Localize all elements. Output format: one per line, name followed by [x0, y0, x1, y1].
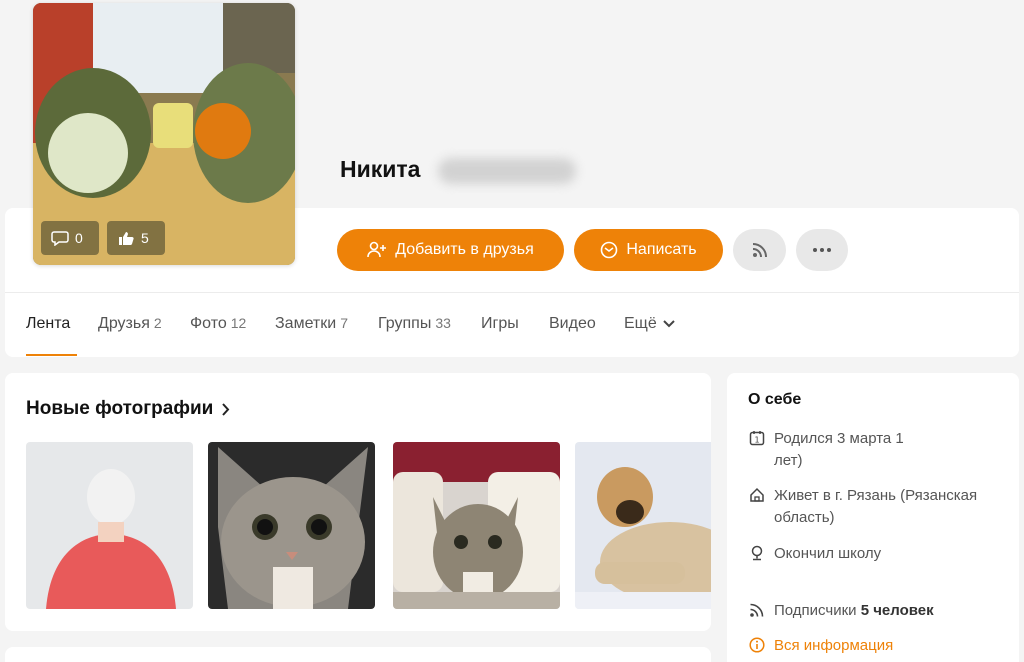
avatar-comments-button[interactable]: 0 [41, 221, 99, 255]
tab-groups[interactable]: Группы 33 [378, 315, 451, 333]
photo-thumbnail[interactable] [393, 442, 560, 609]
svg-text:1: 1 [754, 436, 759, 445]
photo-person [26, 442, 193, 609]
subscribe-button[interactable] [733, 229, 786, 271]
home-icon [750, 487, 764, 502]
next-section-card [5, 647, 711, 662]
new-photos-title-label: Новые фотографии [26, 398, 214, 419]
profile-avatar[interactable]: 0 5 [33, 3, 295, 265]
mail-icon [601, 241, 618, 259]
all-info-link[interactable]: Вся информация [748, 635, 1008, 657]
about-birth-tail: лет) [774, 452, 803, 469]
about-school: Окончил школу [748, 543, 1008, 565]
photo-thumbnail[interactable] [26, 442, 193, 609]
more-actions-button[interactable] [796, 229, 848, 271]
photo-kitten [208, 442, 375, 609]
new-photos-title[interactable]: Новые фотографии [26, 398, 230, 420]
tab-photos-count: 12 [230, 315, 247, 331]
header-divider [5, 292, 1019, 293]
profile-name: Никита [340, 156, 421, 182]
photo-kitten-couch [393, 442, 560, 609]
tab-photos[interactable]: Фото 12 [190, 315, 246, 333]
about-subscribers-label: Подписчики [774, 602, 857, 619]
add-person-icon [367, 241, 387, 258]
about-lives-tail[interactable]: область) [774, 509, 835, 526]
about-card: О себе 1 Родился 3 марта 1 лет) Живет в г… [727, 373, 1019, 662]
about-title: О себе [748, 391, 802, 408]
tab-more-label: Ещё [624, 315, 657, 332]
about-birth: 1 Родился 3 марта 1 лет) [748, 428, 1008, 472]
photo-thumbnail[interactable] [575, 442, 711, 609]
all-info-label: Вся информация [774, 637, 894, 654]
tab-groups-count: 33 [435, 315, 451, 331]
tab-feed-label: Лента [26, 315, 71, 332]
add-friend-button[interactable]: Добавить в друзья [337, 229, 564, 271]
tab-feed[interactable]: Лента [26, 315, 70, 333]
tab-notes-label: Заметки [275, 315, 337, 332]
tab-notes-count: 7 [340, 315, 348, 331]
tab-games-label: Игры [481, 315, 519, 332]
avatar-comments-count: 0 [75, 230, 83, 246]
about-subscribers[interactable]: Подписчики 5 человек [748, 600, 1008, 622]
about-lives: Живет в г. Рязань (Рязанская область) [748, 485, 1008, 529]
tab-notes[interactable]: Заметки 7 [275, 315, 348, 333]
info-icon [749, 637, 765, 653]
photo-thumbnail[interactable] [208, 442, 375, 609]
tab-video[interactable]: Видео [549, 315, 596, 333]
tab-video-label: Видео [549, 315, 596, 332]
more-dots-icon [813, 248, 831, 252]
message-label: Написать [626, 241, 697, 258]
tab-photos-label: Фото [190, 315, 227, 332]
thumbs-up-icon [119, 232, 134, 245]
new-photos-card: Новые фотографии [5, 373, 711, 631]
school-icon [751, 545, 763, 561]
avatar-likes-count: 5 [141, 230, 149, 246]
rss-icon [752, 243, 767, 258]
tab-friends[interactable]: Друзья 2 [98, 315, 162, 333]
active-tab-indicator [26, 354, 77, 356]
about-birth-text: Родился 3 марта 1 [774, 430, 904, 447]
message-button[interactable]: Написать [574, 229, 723, 271]
about-lives-text[interactable]: Живет в г. Рязань (Рязанская [774, 487, 977, 504]
tab-friends-count: 2 [153, 315, 162, 331]
tab-games[interactable]: Игры [481, 315, 519, 333]
photo-dog [575, 442, 711, 609]
chevron-right-icon [222, 402, 230, 416]
about-subscribers-value: 5 человек [860, 602, 934, 619]
avatar-likes-button[interactable]: 5 [107, 221, 165, 255]
tab-groups-label: Группы [378, 315, 432, 332]
blurred-surname [438, 158, 576, 184]
chevron-down-icon [663, 320, 675, 328]
comment-icon [51, 231, 69, 246]
tab-more[interactable]: Ещё [624, 315, 675, 333]
rss-icon [750, 603, 764, 617]
tab-friends-label: Друзья [98, 315, 150, 332]
about-school-text[interactable]: Окончил школу [774, 543, 881, 565]
calendar-icon: 1 [749, 431, 765, 446]
add-friend-label: Добавить в друзья [395, 241, 534, 258]
